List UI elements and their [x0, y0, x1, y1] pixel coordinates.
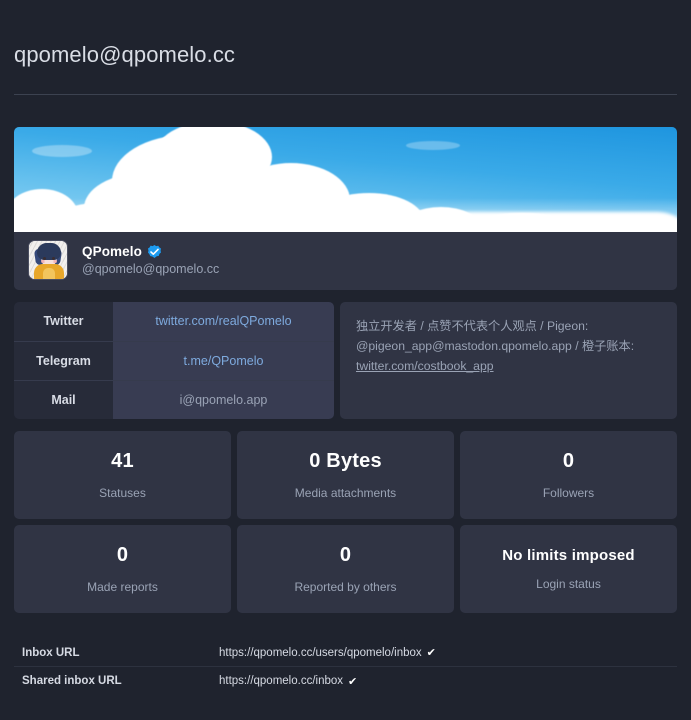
profile-identity: QPomelo @qpomelo@qpomelo.cc — [14, 232, 677, 290]
page-title: qpomelo@qpomelo.cc — [14, 42, 236, 67]
verified-badge-icon — [147, 245, 161, 258]
stat-value: 0 — [339, 544, 352, 566]
stat-label: Reported by others — [294, 580, 397, 594]
url-list: Inbox URL https://qpomelo.cc/users/qpome… — [14, 639, 677, 695]
stat-card-followers: 0 Followers — [460, 431, 677, 519]
stat-label: Statuses — [99, 486, 146, 500]
stat-value: 0 — [562, 450, 575, 472]
bio-text: 独立开发者 / 点赞不代表个人观点 / Pigeon: @pigeon_app@… — [356, 319, 635, 353]
list-item: Shared inbox URL https://qpomelo.cc/inbo… — [14, 667, 677, 695]
title-divider — [14, 94, 677, 95]
url-text: https://qpomelo.cc/users/qpomelo/inbox — [219, 646, 422, 659]
bio-link[interactable]: twitter.com/costbook_app — [356, 359, 494, 373]
url-label: Inbox URL — [22, 646, 80, 659]
sky-clouds-banner-icon — [14, 127, 677, 232]
table-row: Telegram t.me/QPomelo — [14, 341, 334, 381]
stat-label: Login status — [536, 577, 601, 591]
stat-label: Followers — [542, 486, 595, 500]
stat-label: Media attachments — [294, 486, 397, 500]
stat-value: 0 — [116, 544, 129, 566]
telegram-link[interactable]: t.me/QPomelo — [184, 354, 264, 368]
url-text: https://qpomelo.cc/inbox — [219, 675, 344, 687]
stat-card-reported-by-others: 0 Reported by others — [237, 525, 454, 613]
stat-card-statuses: 41 Statuses — [14, 431, 231, 519]
profile-bio: 独立开发者 / 点赞不代表个人观点 / Pigeon: @pigeon_app@… — [340, 302, 677, 419]
field-value: i@qpomelo.app — [113, 380, 334, 419]
account-detail-page: qpomelo@qpomelo.cc QPomelo @qpomelo@qpom… — [0, 0, 691, 720]
table-row: Twitter twitter.com/realQPomelo — [14, 302, 334, 342]
stat-card-login-status: No limits imposed Login status — [460, 525, 677, 613]
stat-value: 41 — [111, 450, 134, 472]
stat-card-made-reports: 0 Made reports — [14, 525, 231, 613]
stat-value: 0 Bytes — [309, 450, 382, 472]
url-label: Shared inbox URL — [22, 675, 122, 687]
field-label: Telegram — [14, 341, 113, 381]
profile-meta-section: Twitter twitter.com/realQPomelo Telegram… — [14, 302, 677, 419]
stat-label: Made reports — [87, 580, 158, 594]
stats-grid: 41 Statuses 0 Bytes Media attachments 0 … — [14, 431, 677, 613]
profile-fields-table: Twitter twitter.com/realQPomelo Telegram… — [14, 302, 334, 419]
check-icon: ✔ — [348, 675, 358, 688]
avatar[interactable] — [28, 240, 68, 280]
field-label: Twitter — [14, 302, 113, 342]
account-handle: @qpomelo@qpomelo.cc — [82, 262, 220, 276]
list-item: Inbox URL https://qpomelo.cc/users/qpome… — [14, 639, 677, 667]
check-icon: ✔ — [426, 647, 436, 659]
field-value: t.me/QPomelo — [113, 341, 334, 381]
stat-card-media-attachments: 0 Bytes Media attachments — [237, 431, 454, 519]
field-value: twitter.com/realQPomelo — [113, 302, 334, 342]
twitter-link[interactable]: twitter.com/realQPomelo — [155, 314, 291, 328]
profile-card: QPomelo @qpomelo@qpomelo.cc — [14, 127, 677, 290]
url-value: https://qpomelo.cc/users/qpomelo/inbox ✔ — [219, 646, 436, 660]
display-name: QPomelo — [82, 244, 142, 259]
url-value: https://qpomelo.cc/inbox ✔ — [219, 675, 357, 688]
stat-value: No limits imposed — [502, 547, 635, 564]
field-label: Mail — [14, 380, 113, 419]
table-row: Mail i@qpomelo.app — [14, 380, 334, 419]
